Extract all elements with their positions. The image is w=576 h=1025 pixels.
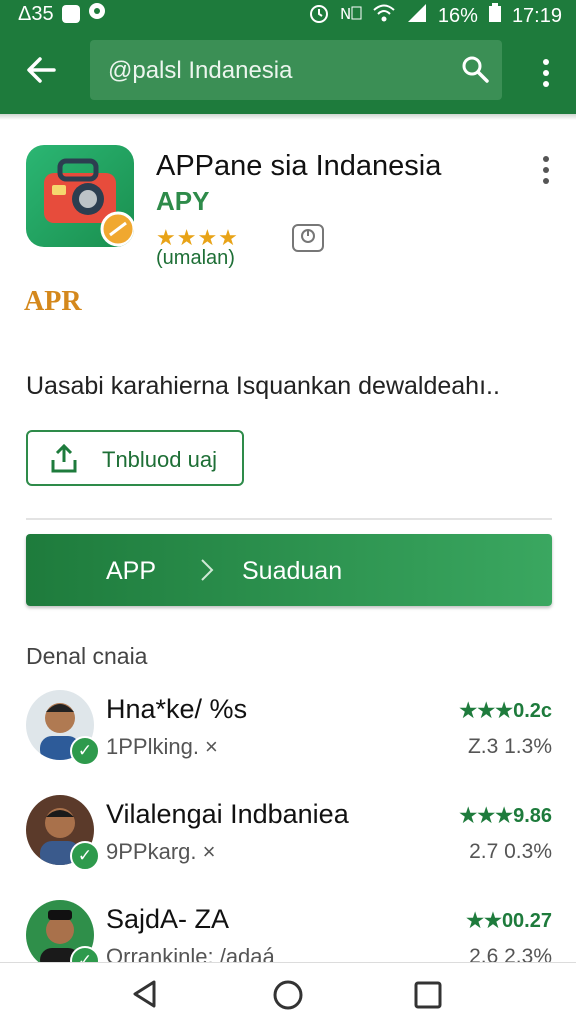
rating-caption: (umalan)	[156, 247, 235, 269]
reviewer-rating: ★★★0.2c	[459, 700, 552, 722]
chevron-right-icon	[200, 558, 214, 589]
section-title: Denal cnaia	[26, 643, 148, 669]
app-icon	[26, 145, 134, 247]
notification-icon	[61, 5, 80, 23]
signal-icon	[406, 3, 428, 29]
notification-circle-icon	[88, 2, 106, 26]
reviewer-sub: 9PPkarg. ×	[106, 839, 216, 864]
verified-check-icon: ✓	[70, 736, 100, 766]
nav-recents-icon[interactable]	[413, 980, 443, 1015]
app-description: Uasabi karahierna Isquankan dewaldeahı..	[26, 372, 500, 400]
search-input[interactable]: @palsl Indanesia	[108, 57, 292, 85]
reviewer-name: SajdA- ZA	[106, 904, 230, 934]
nav-back-icon[interactable]	[130, 979, 160, 1014]
divider	[26, 518, 552, 520]
status-time-left: Δ35	[18, 2, 54, 25]
system-nav-bar	[0, 962, 576, 1025]
status-time-right: 17:19	[511, 4, 562, 27]
install-button[interactable]: Tnbluod uaj	[26, 430, 244, 486]
list-item[interactable]: ✓ Vilalengai Indbaniea 9PPkarg. × ★★★9.8…	[26, 795, 552, 885]
reviewer-rating: ★★00.27	[466, 910, 552, 932]
battery-icon	[488, 3, 502, 29]
reviewer-name: Hna*ke/ %s	[106, 694, 248, 724]
list-item[interactable]: ✓ Hna*ke/ %s 1PPlking. × ★★★0.2c Z.3 1.3…	[26, 690, 552, 780]
app-bar-shadow	[0, 114, 576, 120]
tab-details[interactable]: Suaduan	[242, 557, 342, 586]
app-developer[interactable]: APY	[156, 186, 209, 217]
wifi-icon	[372, 3, 396, 29]
reviewer-sub: 1PPlking. ×	[106, 734, 218, 759]
reviewer-pct: Z.3 1.3%	[467, 735, 552, 758]
app-more-icon[interactable]	[542, 155, 550, 185]
tab-app[interactable]: APP	[106, 557, 156, 586]
overflow-menu-icon[interactable]	[542, 58, 550, 88]
verified-check-icon: ✓	[70, 841, 100, 871]
reviewer-rating: ★★★9.86	[459, 805, 552, 827]
back-arrow-icon[interactable]	[24, 50, 58, 90]
download-icon	[50, 443, 78, 474]
nfc-icon: N	[340, 3, 362, 29]
alarm-icon	[308, 2, 330, 30]
reviewer-pct: 2.7 0.3%	[469, 840, 552, 863]
tab-bar: APP Suaduan	[26, 534, 552, 606]
content-rating-icon	[292, 224, 324, 252]
status-bar: Δ35 N 16% 17:19	[0, 0, 576, 28]
reviewer-name: Vilalengai Indbaniea	[106, 799, 349, 829]
app-badge: APR	[24, 286, 82, 317]
search-icon[interactable]	[460, 54, 490, 86]
svg-text:N: N	[340, 5, 351, 23]
battery-text: 16%	[437, 4, 478, 27]
nav-home-icon[interactable]	[272, 979, 304, 1016]
install-label: Tnbluod uaj	[102, 447, 217, 472]
search-box[interactable]: @palsl Indanesia	[90, 40, 502, 100]
app-bar: @palsl Indanesia	[0, 28, 576, 114]
app-title: APPane sia Indanesia	[156, 150, 442, 182]
